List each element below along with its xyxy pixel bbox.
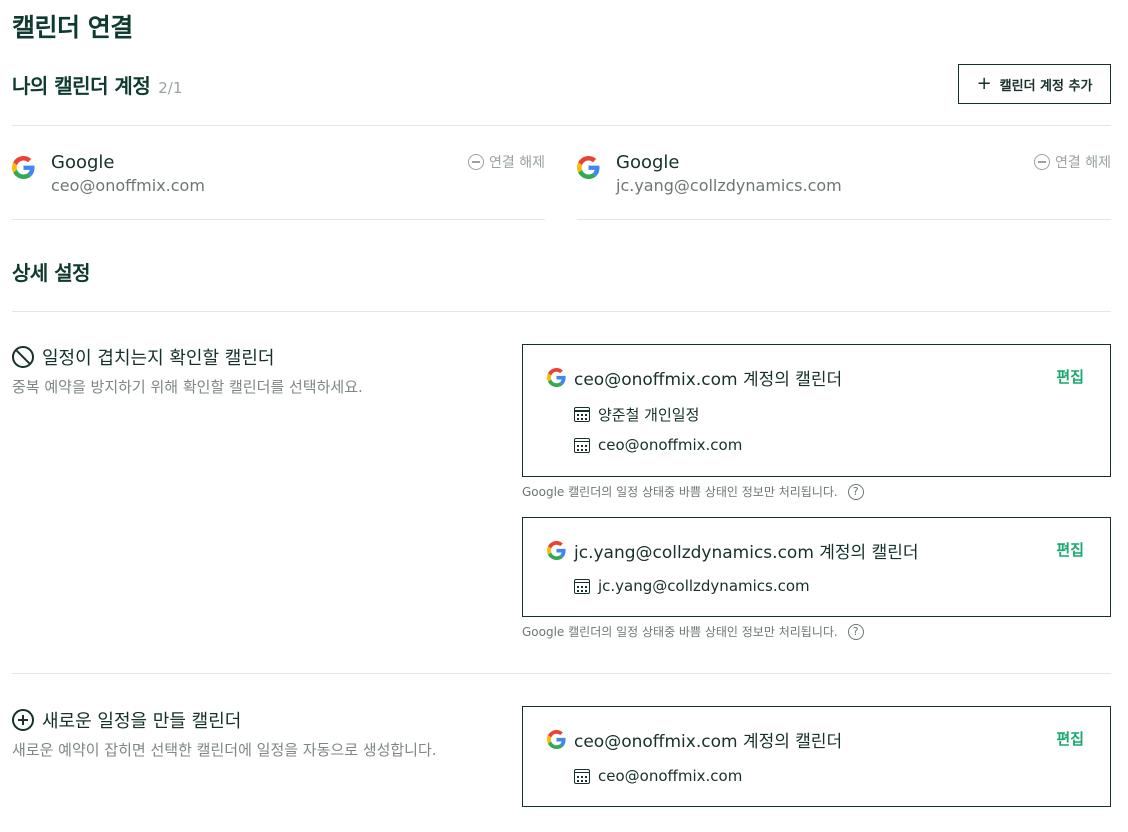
divider	[12, 311, 1111, 312]
google-logo-icon	[547, 368, 566, 387]
account-card: Google jc.yang@collzdynamics.com 연결 해제	[577, 150, 1111, 220]
calendar-item-label: ceo@onoffmix.com	[598, 436, 743, 454]
calendar-icon	[574, 437, 590, 453]
create-setting-description: 새로운 예약이 잡히면 선택한 캘린더에 일정을 자동으로 생성합니다.	[12, 741, 437, 759]
calendar-box-title: ceo@onoffmix.com 계정의 캘린더	[574, 732, 843, 752]
divider	[12, 125, 1111, 126]
help-icon[interactable]: ?	[847, 623, 864, 640]
calendar-box-title: ceo@onoffmix.com 계정의 캘린더	[574, 370, 843, 390]
google-logo-icon	[547, 541, 566, 560]
conflict-setting-label: 일정이 겹치는지 확인할 캘린더	[12, 344, 274, 370]
disconnect-button[interactable]: 연결 해제	[1034, 152, 1111, 172]
note-text: Google 캘린더의 일정 상태중 바쁨 상태인 정보만 처리됩니다.	[522, 485, 838, 499]
calendar-item: 양준철 개인일정	[574, 404, 699, 425]
calendar-item-label: jc.yang@collzdynamics.com	[598, 577, 810, 595]
ban-icon	[12, 346, 34, 368]
calendar-item: ceo@onoffmix.com	[574, 767, 742, 785]
conflict-setting-description: 중복 예약을 방지하기 위해 확인할 캘린더를 선택하세요.	[12, 378, 363, 396]
edit-button[interactable]: 편집	[1056, 366, 1084, 387]
minus-circle-icon	[468, 154, 485, 170]
google-logo-icon	[547, 730, 566, 749]
note-text: Google 캘린더의 일정 상태중 바쁨 상태인 정보만 처리됩니다.	[522, 625, 838, 639]
calendar-box: ceo@onoffmix.com 계정의 캘린더 편집 ceo@onoffmix…	[522, 706, 1111, 807]
account-email: ceo@onoffmix.com	[51, 176, 205, 195]
calendar-icon	[574, 407, 590, 422]
google-logo-icon	[577, 156, 600, 183]
calendar-item-label: 양준철 개인일정	[598, 406, 700, 424]
accounts-count: 2/1	[158, 79, 183, 97]
accounts-section-title: 나의 캘린더 계정 2/1	[12, 70, 182, 99]
calendar-box: ceo@onoffmix.com 계정의 캘린더 편집 양준철 개인일정 ceo…	[522, 344, 1111, 477]
account-provider: Google	[51, 152, 115, 173]
edit-button[interactable]: 편집	[1056, 539, 1084, 560]
calendar-item-label: ceo@onoffmix.com	[598, 767, 743, 785]
accounts-title: 나의 캘린더 계정	[12, 74, 151, 98]
busy-status-note: Google 캘린더의 일정 상태중 바쁨 상태인 정보만 처리됩니다. ?	[522, 623, 864, 640]
edit-button[interactable]: 편집	[1056, 728, 1084, 749]
account-provider: Google	[616, 152, 680, 173]
add-button-label: 캘린더 계정 추가	[999, 78, 1093, 94]
help-icon[interactable]: ?	[847, 483, 864, 500]
busy-status-note: Google 캘린더의 일정 상태중 바쁨 상태인 정보만 처리됩니다. ?	[522, 483, 864, 500]
conflict-label-text: 일정이 겹치는지 확인할 캘린더	[42, 348, 275, 369]
plus-icon: +	[976, 73, 992, 94]
calendar-box-header: ceo@onoffmix.com 계정의 캘린더	[547, 727, 842, 752]
calendar-item: jc.yang@collzdynamics.com	[574, 577, 810, 595]
disconnect-label: 연결 해제	[1055, 155, 1111, 171]
minus-circle-icon	[1034, 154, 1051, 170]
add-calendar-account-button[interactable]: + 캘린더 계정 추가	[958, 64, 1111, 104]
calendar-icon	[574, 768, 590, 784]
calendar-box-title: jc.yang@collzdynamics.com 계정의 캘린더	[574, 543, 919, 563]
page-title: 캘린더 연결	[12, 13, 133, 42]
disconnect-label: 연결 해제	[489, 155, 545, 171]
create-label-text: 새로운 일정을 만들 캘린더	[42, 711, 242, 732]
divider	[12, 673, 1111, 674]
google-logo-icon	[12, 156, 35, 183]
calendar-box-header: jc.yang@collzdynamics.com 계정의 캘린더	[547, 538, 919, 563]
calendar-box-header: ceo@onoffmix.com 계정의 캘린더	[547, 365, 842, 390]
create-setting-label: 새로운 일정을 만들 캘린더	[12, 707, 241, 733]
account-card: Google ceo@onoffmix.com 연결 해제	[12, 150, 545, 220]
calendar-item: ceo@onoffmix.com	[574, 436, 742, 454]
calendar-box: jc.yang@collzdynamics.com 계정의 캘린더 편집 jc.…	[522, 517, 1111, 617]
disconnect-button[interactable]: 연결 해제	[468, 152, 545, 172]
account-email: jc.yang@collzdynamics.com	[616, 176, 842, 195]
details-section-title: 상세 설정	[12, 261, 91, 285]
plus-circle-icon	[12, 709, 34, 731]
calendar-icon	[574, 578, 590, 594]
